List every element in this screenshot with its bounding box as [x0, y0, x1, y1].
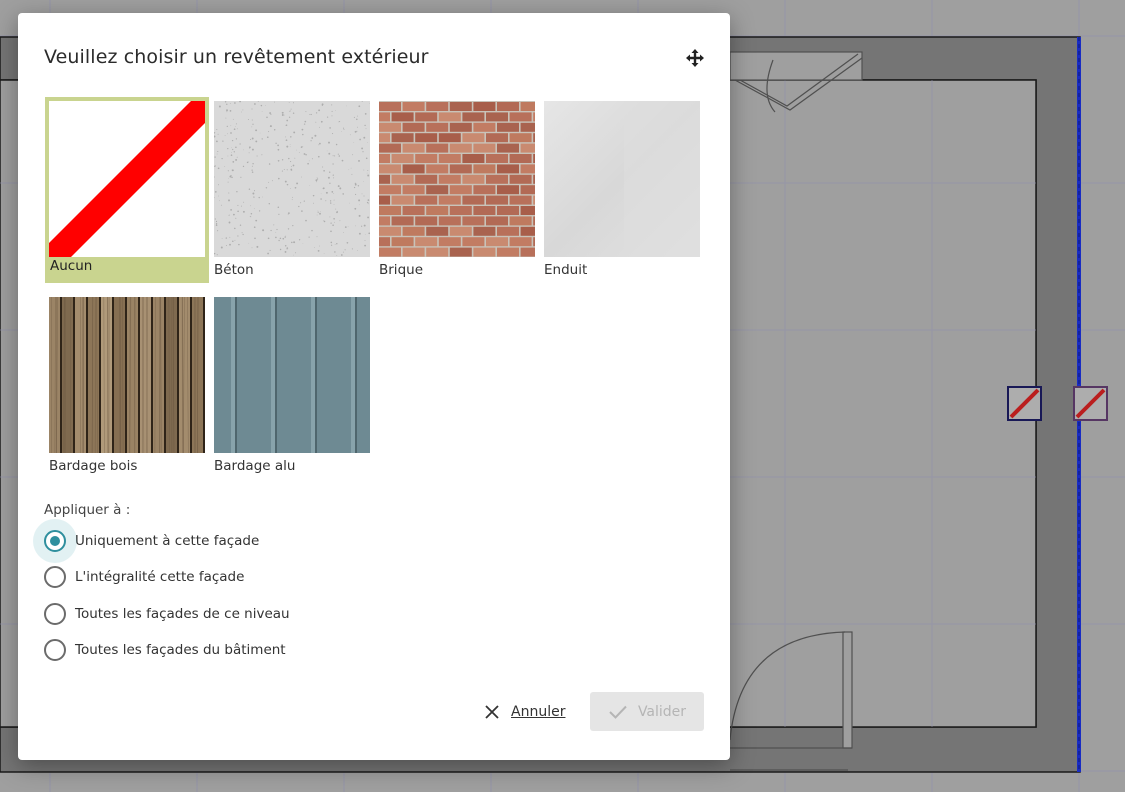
- aluminium-cladding-swatch: [214, 297, 370, 453]
- move-arrows-icon[interactable]: [685, 48, 705, 68]
- wood-cladding-swatch: [49, 297, 205, 453]
- material-label: Aucun: [50, 258, 93, 274]
- material-label: Béton: [214, 262, 254, 278]
- no-cladding-swatch: [49, 101, 205, 257]
- radio-this-facade-only[interactable]: Uniquement à cette façade: [33, 519, 260, 563]
- render-swatch: [544, 101, 700, 257]
- material-tile-enduit[interactable]: Enduit: [544, 101, 708, 287]
- brick-swatch: [379, 101, 535, 257]
- dialog-title: Veuillez choisir un revêtement extérieur: [44, 46, 429, 68]
- apply-to-label: Appliquer à :: [44, 502, 131, 518]
- cladding-dialog: Veuillez choisir un revêtement extérieur…: [18, 13, 730, 760]
- radio-all-facades-level[interactable]: Toutes les façades de ce niveau: [44, 600, 290, 628]
- radio-all-facades-building[interactable]: Toutes les façades du bâtiment: [44, 636, 286, 664]
- radio-label: Uniquement à cette façade: [75, 533, 260, 549]
- material-tile-bardage-alu[interactable]: Bardage alu: [214, 297, 378, 483]
- material-tile-aucun[interactable]: Aucun: [45, 97, 209, 283]
- radio-label: Toutes les façades de ce niveau: [75, 606, 290, 622]
- validate-button[interactable]: Valider: [590, 692, 704, 731]
- radio-button[interactable]: [44, 603, 66, 625]
- cancel-label: Annuler: [511, 704, 566, 720]
- check-icon: [609, 705, 627, 719]
- material-label: Enduit: [544, 262, 588, 278]
- validate-label: Valider: [637, 703, 687, 720]
- radio-button[interactable]: [44, 566, 66, 588]
- radio-entire-facade[interactable]: L'intégralité cette façade: [44, 563, 244, 591]
- concrete-swatch: [214, 101, 370, 257]
- cancel-button[interactable]: Annuler: [484, 698, 565, 726]
- material-tile-brique[interactable]: Brique: [379, 101, 543, 287]
- radio-button[interactable]: [44, 639, 66, 661]
- material-tile-bardage-bois[interactable]: Bardage bois: [49, 297, 213, 483]
- radio-button[interactable]: [44, 530, 66, 552]
- radio-label: L'intégralité cette façade: [75, 569, 245, 585]
- material-label: Bardage alu: [214, 458, 296, 474]
- close-icon: [485, 705, 499, 719]
- radio-label: Toutes les façades du bâtiment: [75, 642, 286, 658]
- material-label: Brique: [379, 262, 423, 278]
- material-tile-beton[interactable]: Béton: [214, 101, 378, 287]
- material-label: Bardage bois: [49, 458, 138, 474]
